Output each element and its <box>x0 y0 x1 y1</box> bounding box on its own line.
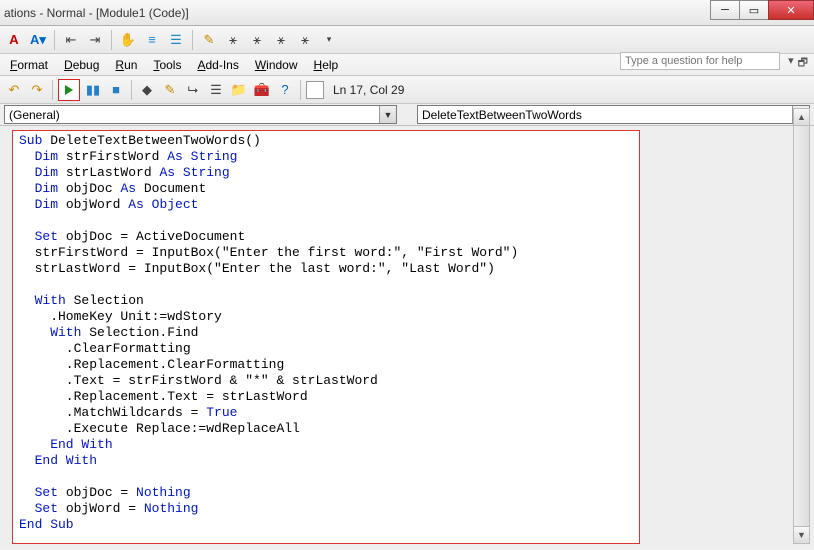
help-search-input[interactable] <box>620 52 780 70</box>
code-editor[interactable]: Sub DeleteTextBetweenTwoWords() Dim strF… <box>12 130 640 544</box>
procedure-dropdown-label: DeleteTextBetweenTwoWords <box>418 108 792 122</box>
menu-help[interactable]: Help <box>306 56 347 74</box>
mdi-restore-icon[interactable]: 🗗 <box>798 54 808 73</box>
wand4-icon[interactable]: ⚹ <box>295 30 315 50</box>
formatting-toolbar: A A▾ ⇤ ⇥ ✋ ≡ ☰ ✎ ⚹ ⚹ ⚹ ⚹ ▾ <box>0 26 814 54</box>
separator <box>192 30 193 50</box>
brush-icon[interactable]: ✎ <box>199 30 219 50</box>
indent-icon[interactable]: ⇥ <box>85 30 105 50</box>
separator <box>52 80 53 100</box>
scroll-down-icon[interactable]: ▼ <box>794 526 809 543</box>
separator <box>300 80 301 100</box>
menu-run[interactable]: Run <box>107 56 145 74</box>
wand2-icon[interactable]: ⚹ <box>247 30 267 50</box>
minimize-button[interactable]: ─ <box>710 0 740 20</box>
vertical-scrollbar[interactable]: ▲ ▼ <box>793 108 810 544</box>
step-icon[interactable]: ⮡ <box>183 80 203 100</box>
wand1-icon[interactable]: ⚹ <box>223 30 243 50</box>
toolbox-icon[interactable]: 🧰 <box>252 80 272 100</box>
dropdown-toggle-icon[interactable]: ▾ <box>319 30 339 50</box>
hand-icon[interactable]: ✋ <box>118 30 138 50</box>
separator <box>111 30 112 50</box>
wand3-icon[interactable]: ⚹ <box>271 30 291 50</box>
maximize-button[interactable]: ▭ <box>739 0 769 20</box>
mdi-controls: ▾ 🗗 <box>788 54 808 73</box>
menu-format[interactable]: Format <box>2 56 56 74</box>
separator <box>54 30 55 50</box>
design-icon[interactable]: ✎ <box>160 80 180 100</box>
properties-icon[interactable]: ☰ <box>206 80 226 100</box>
bookmark-icon[interactable]: ◆ <box>137 80 157 100</box>
cursor-position: Ln 17, Col 29 <box>333 83 404 97</box>
object-dropdown[interactable]: (General) ▼ <box>4 105 397 124</box>
object-proc-row: (General) ▼ DeleteTextBetweenTwoWords ▼ <box>0 104 814 126</box>
stop-icon[interactable]: ■ <box>106 80 126 100</box>
project-icon[interactable]: 📁 <box>229 80 249 100</box>
outdent-icon[interactable]: ⇤ <box>61 30 81 50</box>
blank-combo[interactable] <box>306 81 324 99</box>
separator <box>131 80 132 100</box>
undo-icon[interactable]: ↶ <box>4 80 24 100</box>
menu-window[interactable]: Window <box>247 56 306 74</box>
window-title: ations - Normal - [Module1 (Code)] <box>4 6 189 20</box>
procedure-dropdown[interactable]: DeleteTextBetweenTwoWords ▼ <box>417 105 810 124</box>
object-dropdown-label: (General) <box>5 108 379 122</box>
code-pane-wrap: Sub DeleteTextBetweenTwoWords() Dim strF… <box>0 126 814 548</box>
scroll-up-icon[interactable]: ▲ <box>794 109 809 126</box>
highlight-icon[interactable]: A▾ <box>28 30 48 50</box>
titlebar: ations - Normal - [Module1 (Code)] ─ ▭ ✕ <box>0 0 814 26</box>
menu-tools[interactable]: Tools <box>145 56 189 74</box>
help-icon[interactable]: ? <box>275 80 295 100</box>
pause-icon[interactable]: ▮▮ <box>83 80 103 100</box>
mdi-dropdown-icon[interactable]: ▾ <box>788 54 794 73</box>
list-icon[interactable]: ≡ <box>142 30 162 50</box>
font-color-icon[interactable]: A <box>4 30 24 50</box>
redo-icon[interactable]: ↷ <box>27 80 47 100</box>
list2-icon[interactable]: ☰ <box>166 30 186 50</box>
play-icon <box>65 85 73 95</box>
menu-debug[interactable]: Debug <box>56 56 107 74</box>
close-button[interactable]: ✕ <box>768 0 814 20</box>
standard-toolbar: ↶ ↷ ▮▮ ■ ◆ ✎ ⮡ ☰ 📁 🧰 ? Ln 17, Col 29 <box>0 76 814 104</box>
chevron-down-icon: ▼ <box>379 106 396 123</box>
menu-addins[interactable]: Add-Ins <box>189 56 246 74</box>
window-controls: ─ ▭ ✕ <box>711 0 814 25</box>
run-button[interactable] <box>58 79 80 101</box>
